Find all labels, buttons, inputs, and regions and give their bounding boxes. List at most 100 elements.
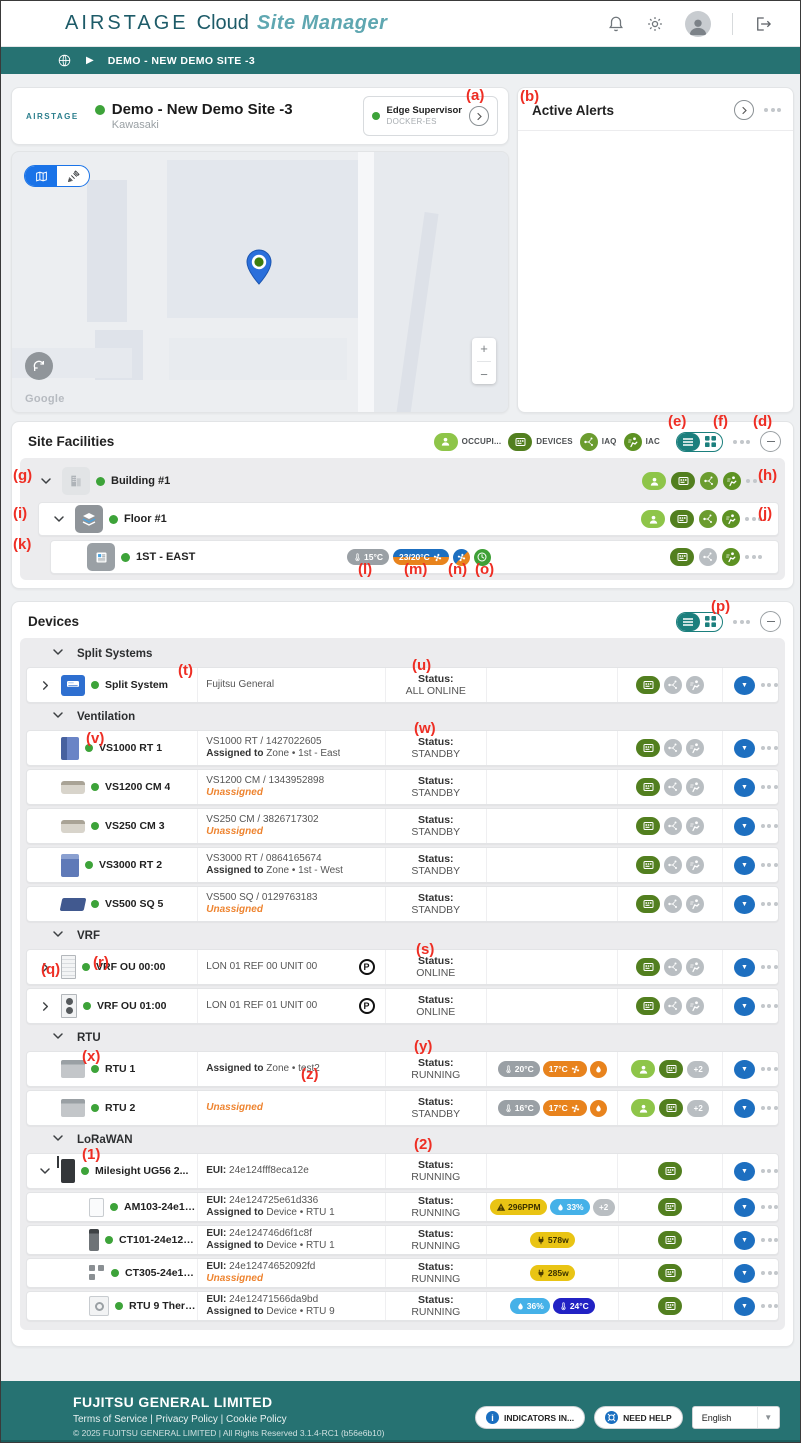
chevron-down-icon[interactable]: ▼	[757, 1407, 779, 1428]
iaq-icon[interactable]	[664, 856, 682, 874]
device-row[interactable]: RTU 9 ThermostatEUI: 24e12471566da9bdAss…	[26, 1291, 779, 1321]
active-alerts-expand-icon[interactable]	[734, 100, 754, 120]
devices-icon[interactable]	[659, 1099, 683, 1117]
iaq-icon[interactable]	[700, 472, 718, 490]
devices-icon[interactable]	[636, 856, 660, 874]
device-row[interactable]: VS1000 RT 1VS1000 RT / 1427022605Assigne…	[26, 730, 779, 766]
user-avatar[interactable]	[685, 11, 711, 37]
map-type-toggle[interactable]	[24, 165, 90, 187]
map-zoom-control[interactable]: + −	[472, 338, 496, 384]
facility-row-menu[interactable]	[746, 476, 763, 486]
iaq-icon[interactable]	[580, 433, 598, 451]
expand-down-arrow-icon[interactable]: ▼	[734, 1198, 755, 1217]
devices-icon[interactable]	[636, 739, 660, 757]
chevron-down-icon[interactable]	[52, 927, 64, 945]
device-row-menu[interactable]	[761, 1166, 778, 1176]
devices-icon[interactable]	[670, 510, 694, 528]
site-map[interactable]: Google + −	[11, 151, 509, 413]
devices-icon[interactable]	[670, 548, 694, 566]
expand-down-arrow-icon[interactable]: ▼	[734, 676, 755, 695]
chevron-down-icon[interactable]	[49, 513, 69, 525]
device-row-menu[interactable]	[761, 782, 778, 792]
iaq-icon[interactable]	[664, 958, 682, 976]
iac-icon[interactable]	[624, 433, 642, 451]
devices-view-toggle[interactable]	[676, 612, 723, 632]
plus-more-badge[interactable]: +2	[687, 1061, 709, 1078]
expand-down-arrow-icon[interactable]: ▼	[734, 739, 755, 758]
satellite-view-icon[interactable]	[57, 166, 89, 186]
chevron-right-icon[interactable]	[35, 962, 55, 973]
device-row-menu[interactable]	[761, 821, 778, 831]
device-row[interactable]: Split SystemFujitsu GeneralStatus:ALL ON…	[26, 667, 779, 703]
language-select[interactable]: English ▼	[692, 1406, 780, 1429]
expand-down-arrow-icon[interactable]: ▼	[734, 1099, 755, 1118]
devices-collapse-button[interactable]	[760, 611, 781, 632]
device-row[interactable]: RTU 2UnassignedStatus:STANDBY16°C17°C+2▼	[26, 1090, 779, 1126]
facility-row-menu[interactable]	[745, 514, 762, 524]
occupancy-icon[interactable]	[434, 433, 458, 451]
iac-icon[interactable]	[686, 895, 704, 913]
device-row-menu[interactable]	[761, 1235, 778, 1245]
expand-down-arrow-icon[interactable]: ▼	[734, 1231, 755, 1250]
chevron-right-icon[interactable]	[35, 680, 55, 691]
logout-icon[interactable]	[754, 15, 772, 33]
iac-icon[interactable]	[686, 817, 704, 835]
expand-down-arrow-icon[interactable]: ▼	[734, 1264, 755, 1283]
device-row[interactable]: CT305-24e12474...EUI: 24e12474652092fdUn…	[26, 1258, 779, 1288]
indicators-info-button[interactable]: i INDICATORS IN...	[475, 1406, 585, 1429]
devices-icon[interactable]	[636, 895, 660, 913]
facilities-collapse-button[interactable]	[760, 431, 781, 452]
device-row-menu[interactable]	[761, 1268, 778, 1278]
occupancy-icon[interactable]	[641, 510, 665, 528]
map-view-icon[interactable]	[25, 166, 57, 186]
device-row[interactable]: AM103-24e12472...EUI: 24e124725e61d336As…	[26, 1192, 779, 1222]
iac-icon[interactable]	[686, 997, 704, 1015]
grid-view-icon[interactable]	[700, 433, 723, 451]
iac-icon[interactable]	[723, 472, 741, 490]
devices-icon[interactable]	[636, 778, 660, 796]
expand-down-arrow-icon[interactable]: ▼	[734, 1297, 755, 1316]
device-row-menu[interactable]	[761, 1202, 778, 1212]
plus-more-badge[interactable]: +2	[593, 1199, 615, 1216]
devices-menu[interactable]	[733, 617, 750, 627]
devices-icon[interactable]	[658, 1198, 682, 1216]
iaq-icon[interactable]	[664, 817, 682, 835]
chevron-right-icon[interactable]	[35, 1001, 55, 1012]
plus-more-badge[interactable]: +2	[687, 1100, 709, 1117]
chevron-down-icon[interactable]	[52, 708, 64, 726]
grid-view-icon[interactable]	[700, 613, 723, 631]
devices-icon[interactable]	[658, 1297, 682, 1315]
map-zoom-in[interactable]: +	[480, 341, 488, 356]
occupancy-icon[interactable]	[631, 1060, 655, 1078]
map-refresh-button[interactable]	[25, 352, 53, 380]
expand-down-arrow-icon[interactable]: ▼	[734, 778, 755, 797]
chevron-down-icon[interactable]	[52, 645, 64, 663]
devices-icon[interactable]	[658, 1264, 682, 1282]
device-row[interactable]: Milesight UG56 2...EUI: 24e124fff8eca12e…	[26, 1153, 779, 1189]
chevron-down-icon[interactable]	[36, 475, 56, 487]
devices-icon[interactable]	[658, 1162, 682, 1180]
devices-icon[interactable]	[636, 958, 660, 976]
devices-icon[interactable]	[671, 472, 695, 490]
expand-down-arrow-icon[interactable]: ▼	[734, 1162, 755, 1181]
device-group-header[interactable]: LoRaWAN	[26, 1130, 779, 1150]
expand-down-arrow-icon[interactable]: ▼	[734, 817, 755, 836]
device-row[interactable]: VRF OU 00:00LON 01 REF 00 UNIT 00PStatus…	[26, 949, 779, 985]
need-help-button[interactable]: NEED HELP	[594, 1406, 683, 1429]
settings-gear-icon[interactable]	[646, 15, 664, 33]
chevron-down-icon[interactable]	[35, 1165, 55, 1177]
site-location-pin[interactable]	[246, 249, 272, 290]
devices-icon[interactable]	[636, 997, 660, 1015]
iaq-icon[interactable]	[664, 997, 682, 1015]
device-group-header[interactable]: Split Systems	[26, 644, 779, 664]
device-row-menu[interactable]	[761, 680, 778, 690]
edge-supervisor-button[interactable]: Edge Supervisor DOCKER-ES	[363, 96, 499, 136]
iaq-icon[interactable]	[664, 676, 682, 694]
devices-icon[interactable]	[659, 1060, 683, 1078]
device-row-menu[interactable]	[761, 1064, 778, 1074]
facilities-view-toggle[interactable]	[676, 432, 723, 452]
device-row[interactable]: VS250 CM 3VS250 CM / 3826717302Unassigne…	[26, 808, 779, 844]
iaq-icon[interactable]	[664, 895, 682, 913]
iac-icon[interactable]	[686, 958, 704, 976]
iaq-icon[interactable]	[664, 778, 682, 796]
